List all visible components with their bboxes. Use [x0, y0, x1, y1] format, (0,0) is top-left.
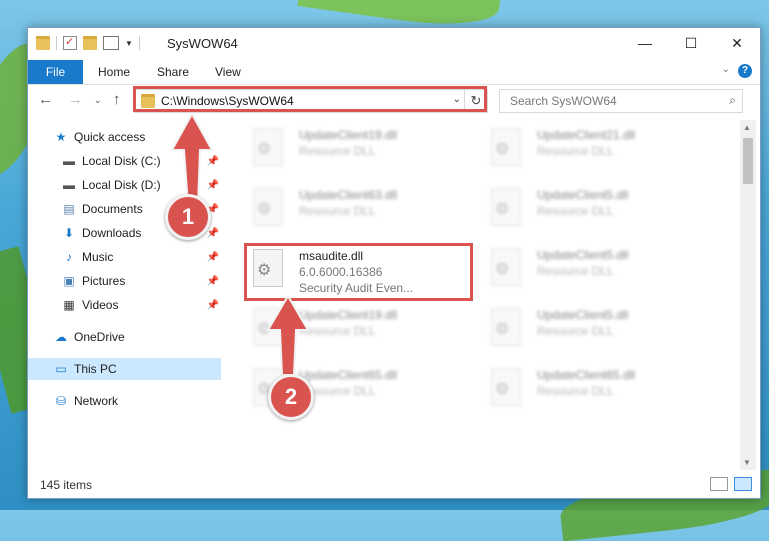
new-folder-icon[interactable]: [83, 36, 97, 50]
maximize-button[interactable]: ☐: [668, 28, 714, 58]
details-view-icon[interactable]: [710, 477, 728, 491]
list-item[interactable]: UpdateClient21.dll Resource DLL: [489, 126, 709, 170]
list-item[interactable]: UpdateClient5.dll Resource DLL: [489, 246, 709, 290]
help-icon[interactable]: ?: [738, 64, 752, 78]
back-arrow-icon[interactable]: ←: [38, 91, 53, 108]
sidebar-item-label: Pictures: [82, 274, 126, 288]
pictures-icon: ▣: [63, 274, 75, 288]
sidebar-item-pictures[interactable]: ▣ Pictures 📌: [28, 270, 221, 292]
chevron-down-icon[interactable]: ▼: [125, 39, 133, 48]
sidebar-item-label: Local Disk (C:): [82, 154, 161, 168]
sidebar-item-music[interactable]: ♪ Music 📌: [28, 246, 221, 268]
dll-file-icon: [253, 128, 283, 166]
divider: [56, 36, 57, 50]
videos-icon: ▦: [63, 298, 75, 312]
dll-file-icon: [253, 308, 283, 346]
computer-icon: ▭: [55, 362, 67, 376]
scroll-up-icon[interactable]: ▲: [743, 123, 751, 132]
sidebar-item-label: Local Disk (D:): [82, 178, 161, 192]
close-button[interactable]: ✕: [714, 28, 760, 58]
list-item[interactable]: UpdateClient63.dll Resource DLL: [251, 186, 471, 230]
pin-icon[interactable]: 📌: [207, 228, 219, 239]
cloud-icon: ☁: [55, 330, 67, 344]
customize-icon[interactable]: [103, 36, 119, 50]
pin-icon[interactable]: 📌: [207, 180, 219, 191]
expand-ribbon-icon[interactable]: ⌄: [722, 64, 730, 75]
ribbon-tabs: File Home Share View ⌄ ?: [28, 60, 760, 85]
sidebar-item-label: Network: [74, 394, 119, 408]
sidebar-item-label: Documents: [82, 202, 143, 216]
tab-file[interactable]: File: [28, 60, 83, 84]
list-item[interactable]: UpdateClient5.dll Resource DLL: [489, 306, 709, 350]
scrollbar-thumb[interactable]: [743, 138, 753, 184]
sidebar-item-videos[interactable]: ▦ Videos 📌: [28, 294, 221, 316]
address-highlight-box: [133, 86, 487, 112]
pin-icon[interactable]: 📌: [207, 276, 219, 287]
search-input[interactable]: [508, 93, 712, 109]
sidebar-item-quick-access[interactable]: ★ Quick access: [28, 126, 221, 148]
download-icon: ⬇: [63, 226, 75, 240]
properties-check-icon[interactable]: [63, 35, 77, 50]
window-controls: — ☐ ✕: [622, 28, 760, 58]
list-item[interactable]: UpdateClient19.dll Resource DLL: [251, 306, 471, 350]
sidebar-item-label: OneDrive: [74, 330, 125, 344]
file-highlight-box: [244, 243, 473, 301]
dll-file-icon: [491, 308, 521, 346]
title-bar: ▼ SysWOW64 — ☐ ✕: [28, 28, 760, 60]
divider: [138, 36, 140, 50]
item-count: 145 items: [40, 478, 93, 492]
status-bar: 145 items: [28, 470, 760, 498]
search-icon[interactable]: ⌕: [729, 93, 736, 108]
tab-share[interactable]: Share: [157, 65, 189, 79]
list-item[interactable]: UpdateClient65.dll Resource DLL: [489, 366, 709, 410]
sidebar-item-label: This PC: [74, 362, 117, 376]
dll-file-icon: [491, 128, 521, 166]
dll-file-icon: [491, 248, 521, 286]
step-badge-2: 2: [268, 374, 314, 420]
sidebar-item-onedrive[interactable]: ☁ OneDrive: [28, 326, 221, 348]
pin-icon[interactable]: 📌: [207, 300, 219, 311]
sidebar-item-label: Downloads: [82, 226, 142, 240]
network-icon: ⛁: [55, 394, 67, 408]
sidebar-item-label: Quick access: [74, 130, 146, 144]
drive-icon: ▬: [63, 154, 75, 168]
scroll-down-icon[interactable]: ▼: [743, 458, 751, 467]
sidebar-item-network[interactable]: ⛁ Network: [28, 390, 221, 412]
dll-file-icon: [491, 368, 521, 406]
recent-locations-icon[interactable]: ⌄: [94, 95, 102, 106]
forward-arrow-icon[interactable]: →: [68, 91, 83, 108]
folder-icon: [36, 36, 50, 50]
dll-file-icon: [253, 188, 283, 226]
large-icons-view-icon[interactable]: [734, 477, 752, 491]
sidebar-item-local-disk-d[interactable]: ▬ Local Disk (D:) 📌: [28, 174, 221, 196]
list-item[interactable]: UpdateClient5.dll Resource DLL: [489, 186, 709, 230]
tab-home[interactable]: Home: [98, 65, 130, 79]
search-box[interactable]: ⌕: [499, 89, 743, 113]
sidebar-item-this-pc[interactable]: ▭ This PC: [28, 358, 221, 380]
up-arrow-icon[interactable]: ↑: [113, 91, 121, 108]
sidebar-item-local-disk-c[interactable]: ▬ Local Disk (C:) 📌: [28, 150, 221, 172]
sidebar-item-label: Videos: [82, 298, 119, 312]
pin-icon[interactable]: 📌: [207, 156, 219, 167]
pin-icon[interactable]: 📌: [207, 252, 219, 263]
list-item[interactable]: UpdateClient19.dll Resource DLL: [251, 126, 471, 170]
tab-view[interactable]: View: [215, 65, 241, 79]
vertical-scrollbar[interactable]: ▲ ▼: [740, 120, 756, 470]
music-icon: ♪: [66, 250, 72, 264]
minimize-button[interactable]: —: [622, 28, 668, 58]
navigation-pane: ★ Quick access ▬ Local Disk (C:) 📌 ▬ Loc…: [28, 120, 221, 460]
step-badge-1: 1: [165, 194, 211, 240]
window-title: SysWOW64: [167, 36, 238, 51]
dll-file-icon: [491, 188, 521, 226]
drive-icon: ▬: [63, 178, 75, 192]
quick-access-toolbar: ▼: [36, 35, 140, 50]
documents-icon: ▤: [63, 202, 75, 216]
sidebar-item-label: Music: [82, 250, 114, 264]
star-icon: ★: [55, 130, 67, 144]
